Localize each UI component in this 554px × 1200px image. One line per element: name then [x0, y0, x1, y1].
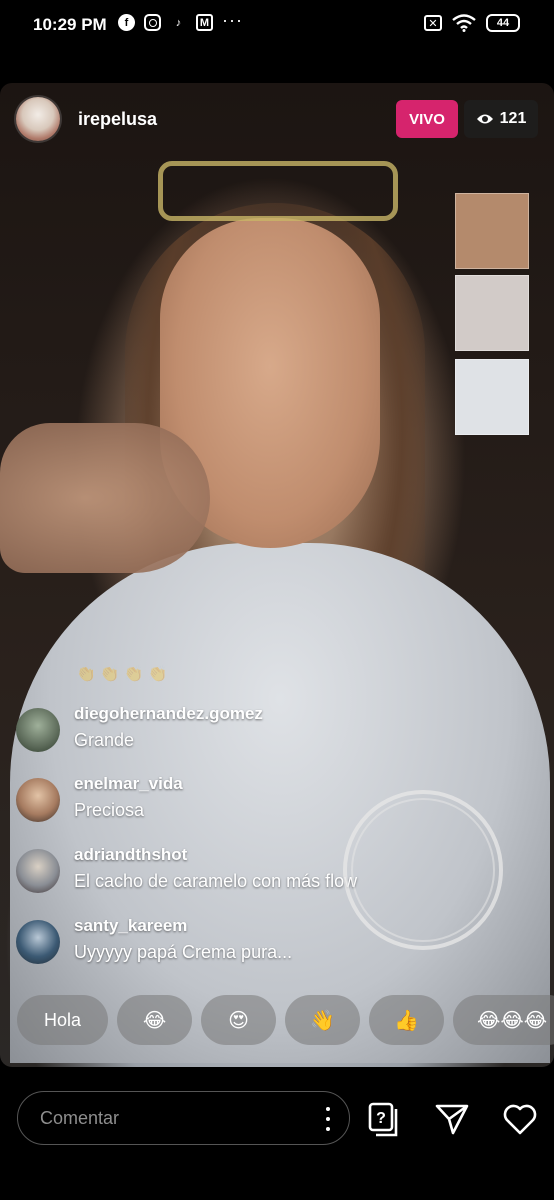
color-swatch-1: [455, 193, 529, 269]
comment-text: Grande: [74, 730, 135, 750]
comment-placeholder: Comentar: [40, 1108, 120, 1128]
quick-reply-triple-laugh[interactable]: 😂😂😂: [453, 995, 554, 1045]
tap-ring-effect: [343, 790, 503, 950]
status-time: 10:29 PM: [33, 15, 107, 34]
video-subject-glasses: [158, 161, 398, 221]
comment-username[interactable]: enelmar_vida: [74, 774, 183, 794]
live-badge: VIVO: [396, 100, 458, 138]
comment-item[interactable]: diegohernandez.gomez Grande: [16, 704, 434, 760]
quick-replies: Hola 😂 😍 👋 👍 😂😂😂: [17, 995, 554, 1047]
tiktok-icon: ♪: [175, 16, 182, 29]
send-icon[interactable]: [434, 1101, 470, 1137]
comment-avatar[interactable]: [16, 920, 60, 964]
live-header: irepelusa VIVO 121: [16, 97, 538, 141]
status-bar: 10:29 PM f ♪ M ··· ✕ 44: [0, 0, 554, 52]
notification-icons: f ♪ M: [118, 14, 213, 31]
heart-icon[interactable]: [502, 1101, 538, 1137]
battery-level: 44: [496, 17, 510, 29]
quick-reply-thumbs-up[interactable]: 👍: [369, 995, 444, 1045]
quick-reply-hola[interactable]: Hola: [17, 995, 108, 1045]
comment-avatar[interactable]: [16, 708, 60, 752]
comment-username[interactable]: santy_kareem: [74, 916, 187, 936]
comment-username[interactable]: adriandthshot: [74, 845, 187, 865]
faded-emoji-row: 👏👏👏👏: [76, 666, 172, 683]
more-options-icon[interactable]: [325, 1107, 331, 1131]
video-subject-hand: [0, 423, 210, 573]
system-icons: ✕ 44: [424, 14, 520, 32]
svg-text:?: ?: [376, 1110, 386, 1127]
eye-icon: [476, 114, 493, 124]
comment-avatar[interactable]: [16, 778, 60, 822]
comment-text: Uyyyyy papá Crema pura...: [74, 942, 293, 962]
battery-icon: 44: [486, 14, 520, 32]
comment-text: El cacho de caramelo con más flow: [74, 871, 358, 891]
instagram-icon: [144, 14, 161, 31]
quick-reply-heart-eyes[interactable]: 😍: [201, 995, 276, 1045]
comment-avatar[interactable]: [16, 849, 60, 893]
question-icon[interactable]: ?: [366, 1101, 402, 1137]
dnd-icon: ✕: [424, 15, 442, 31]
host-username[interactable]: irepelusa: [78, 109, 157, 130]
wifi-icon: [452, 14, 476, 32]
comment-username[interactable]: diegohernandez.gomez: [74, 704, 263, 724]
facebook-icon: f: [118, 14, 135, 31]
color-swatch-2: [455, 275, 529, 351]
quick-reply-wave[interactable]: 👋: [285, 995, 360, 1045]
more-notifications: ···: [222, 10, 243, 30]
color-swatch-3: [455, 359, 529, 435]
bottom-bar: Comentar ?: [0, 1067, 554, 1200]
host-avatar[interactable]: [16, 97, 60, 141]
quick-reply-laugh[interactable]: 😂: [117, 995, 192, 1045]
comment-input[interactable]: Comentar: [17, 1091, 350, 1145]
viewer-count-badge[interactable]: 121: [464, 100, 538, 138]
comment-text: Preciosa: [74, 800, 145, 820]
gmail-icon: M: [196, 14, 213, 31]
viewer-count: 121: [499, 110, 527, 127]
